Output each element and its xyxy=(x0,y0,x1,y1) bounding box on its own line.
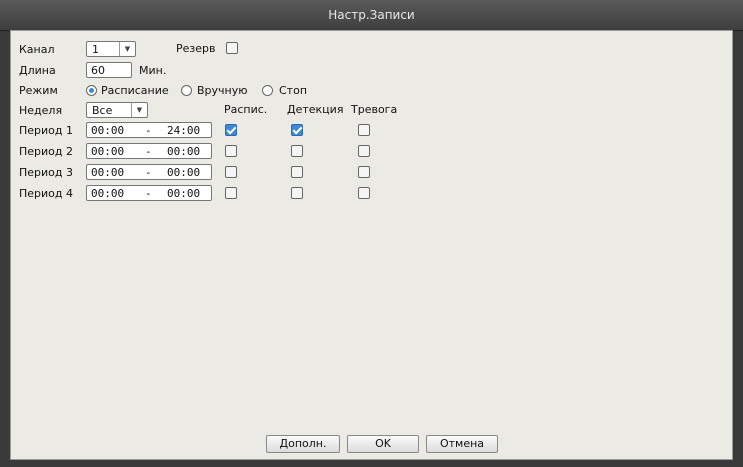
period-schedule-checkbox[interactable] xyxy=(225,166,237,178)
column-alarm: Тревога xyxy=(351,103,398,116)
period-schedule-checkbox[interactable] xyxy=(225,124,237,136)
period-separator: - xyxy=(145,124,152,137)
more-button[interactable]: Дополн. xyxy=(266,435,340,453)
length-value: 60 xyxy=(91,64,105,77)
length-label: Длина xyxy=(19,64,56,77)
period-label: Период 2 xyxy=(19,145,74,158)
period-time-range[interactable]: 00:00 - 24:00 xyxy=(86,122,212,138)
period-end[interactable]: 00:00 xyxy=(167,145,200,158)
column-detection: Детекция xyxy=(287,103,344,116)
period-label: Период 4 xyxy=(19,187,74,200)
settings-panel: Канал 1 ▼ Резерв Длина 60 Мин. Режим Рас… xyxy=(10,30,733,460)
mode-schedule-label[interactable]: Расписание xyxy=(101,84,169,97)
reserve-checkbox[interactable] xyxy=(226,42,238,54)
period-label: Период 3 xyxy=(19,166,74,179)
week-select[interactable]: Все ▼ xyxy=(86,102,148,118)
period-end[interactable]: 00:00 xyxy=(167,187,200,200)
mode-schedule-radio[interactable] xyxy=(86,85,97,96)
chevron-down-icon: ▼ xyxy=(119,42,135,56)
week-value: Все xyxy=(92,104,113,117)
period-alarm-checkbox[interactable] xyxy=(358,166,370,178)
mode-stop-label[interactable]: Стоп xyxy=(279,84,307,97)
period-detection-checkbox[interactable] xyxy=(291,124,303,136)
period-time-range[interactable]: 00:00 - 00:00 xyxy=(86,143,212,159)
period-start[interactable]: 00:00 xyxy=(91,187,124,200)
mode-stop-radio[interactable] xyxy=(262,85,273,96)
period-detection-checkbox[interactable] xyxy=(291,145,303,157)
period-label: Период 1 xyxy=(19,124,74,137)
period-alarm-checkbox[interactable] xyxy=(358,124,370,136)
period-time-range[interactable]: 00:00 - 00:00 xyxy=(86,185,212,201)
period-schedule-checkbox[interactable] xyxy=(225,187,237,199)
mode-manual-radio[interactable] xyxy=(181,85,192,96)
period-end[interactable]: 24:00 xyxy=(167,124,200,137)
period-separator: - xyxy=(145,145,152,158)
chevron-down-icon: ▼ xyxy=(131,103,147,117)
mode-manual-label[interactable]: Вручную xyxy=(197,84,248,97)
period-time-range[interactable]: 00:00 - 00:00 xyxy=(86,164,212,180)
ok-button[interactable]: OK xyxy=(347,435,419,453)
reserve-label: Резерв xyxy=(176,42,216,55)
period-detection-checkbox[interactable] xyxy=(291,187,303,199)
period-start[interactable]: 00:00 xyxy=(91,166,124,179)
week-label: Неделя xyxy=(19,104,63,117)
cancel-button[interactable]: Отмена xyxy=(426,435,498,453)
period-detection-checkbox[interactable] xyxy=(291,166,303,178)
period-end[interactable]: 00:00 xyxy=(167,166,200,179)
period-separator: - xyxy=(145,187,152,200)
record-settings-window: Настр.Записи Канал 1 ▼ Резерв Длина 60 М… xyxy=(0,0,743,467)
channel-label: Канал xyxy=(19,43,55,56)
channel-select[interactable]: 1 ▼ xyxy=(86,41,136,57)
mode-label: Режим xyxy=(19,84,58,97)
channel-value: 1 xyxy=(92,43,99,56)
period-start[interactable]: 00:00 xyxy=(91,124,124,137)
column-schedule: Распис. xyxy=(224,103,268,116)
period-alarm-checkbox[interactable] xyxy=(358,145,370,157)
length-unit: Мин. xyxy=(139,64,167,77)
period-alarm-checkbox[interactable] xyxy=(358,187,370,199)
period-schedule-checkbox[interactable] xyxy=(225,145,237,157)
period-separator: - xyxy=(145,166,152,179)
window-title: Настр.Записи xyxy=(0,0,743,31)
period-start[interactable]: 00:00 xyxy=(91,145,124,158)
length-input[interactable]: 60 xyxy=(86,62,132,78)
